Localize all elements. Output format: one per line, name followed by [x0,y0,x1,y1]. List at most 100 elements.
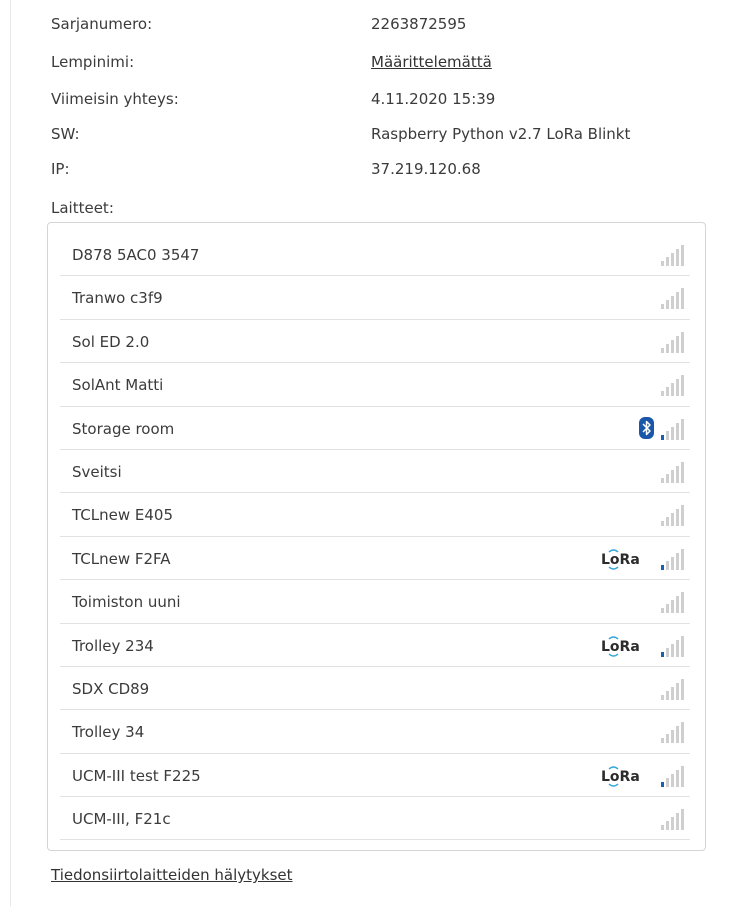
signal-bar [676,552,679,570]
signal-bar [681,592,684,614]
signal-bar [671,817,674,831]
device-name: Trolley 234 [72,636,154,655]
signal-bar [676,596,679,614]
signal-bar [666,560,669,570]
device-row[interactable]: SDX CD89 [60,667,690,711]
bluetooth-icon [639,416,654,439]
device-row[interactable]: Toimiston uuni [60,580,690,624]
signal-strength-icon [660,418,684,440]
signal-bar [666,430,669,440]
signal-bar [681,505,684,527]
info-value: 2263872595 [371,15,467,33]
info-label: IP: [51,160,70,178]
device-row[interactable]: SolAnt Matti [60,363,690,407]
info-value: 37.219.120.68 [371,160,481,178]
signal-bar [661,608,664,614]
alerts-link[interactable]: Tiedonsiirtolaitteiden hälytykset [51,865,293,885]
lora-icon: LoRa [600,635,650,657]
signal-bar [671,513,674,527]
device-details-panel: Sarjanumero: 2263872595 Lempinimi: Määritte… [10,0,733,906]
signal-bar [671,339,674,353]
device-name: UCM-III, F21c [72,810,171,829]
device-row[interactable]: Sveitsi [60,450,690,494]
signal-bar [676,379,679,397]
signal-strength-icon [660,808,684,831]
info-label: Sarjanumero: [51,15,153,33]
signal-bar [681,375,684,397]
signal-bar [671,730,674,744]
device-name: SDX CD89 [72,679,150,698]
signal-bar [671,556,674,570]
signal-bar [666,604,669,614]
signal-bar [661,261,664,266]
signal-strength-icon [660,331,684,353]
signal-bar [661,521,664,527]
device-row[interactable]: Sol ED 2.0 [60,320,690,364]
device-name: Sveitsi [72,462,122,481]
nickname-link[interactable]: Määrittelemättä [371,52,492,72]
device-name: TCLnew F2FA [72,549,171,568]
signal-bar [671,600,674,614]
signal-bar [681,809,684,831]
signal-strength-icon [660,504,684,527]
signal-bar [681,722,684,744]
signal-bar [671,643,674,657]
signal-strength-icon [660,765,684,787]
signal-bar [681,461,684,483]
signal-bar [681,331,684,353]
signal-bar [666,473,669,483]
device-name: Storage room [72,419,175,438]
signal-bar [676,639,679,657]
signal-bar [676,249,679,266]
lora-icon: LoRa [600,548,650,570]
device-list: D878 5AC0 3547 Tranwo c3f9 Sol ED 2.0 SolAn… [60,233,690,841]
signal-bar [671,773,674,787]
signal-bar [666,777,669,787]
svg-text:LoRa: LoRa [601,552,640,568]
info-label: Viimeisin yhteys: [51,90,179,108]
device-row[interactable]: Storage room [60,407,690,450]
device-name: UCM-III test F225 [72,766,201,785]
info-label: SW: [51,125,80,143]
signal-bar [666,300,669,310]
signal-bar [661,651,664,657]
device-name: SolAnt Matti [72,376,164,395]
signal-bar [681,678,684,700]
signal-bar [676,292,679,310]
device-row[interactable]: D878 5AC0 3547 [60,233,690,277]
device-list-box[interactable]: D878 5AC0 3547 Tranwo c3f9 Sol ED 2.0 SolAn… [47,222,706,851]
info-label: Lempinimi: [51,53,135,71]
signal-bar [666,647,669,657]
signal-bar [666,821,669,831]
device-name: Tranwo c3f9 [72,289,163,308]
signal-bar [681,548,684,570]
signal-bar [681,635,684,657]
devices-label: Laitteet: [51,199,114,217]
device-row[interactable]: UCM-III test F225 LoRa [60,754,690,798]
signal-strength-icon [660,721,684,744]
signal-strength-icon [660,244,684,266]
device-row[interactable]: Trolley 34 [60,710,690,754]
device-row[interactable]: UCM-III, F21c [60,797,690,841]
signal-bar [661,738,664,744]
device-name: TCLnew E405 [72,506,173,525]
signal-bar [676,335,679,353]
signal-bar [661,347,664,353]
device-row[interactable]: TCLnew E405 [60,493,690,537]
svg-text:LoRa: LoRa [601,769,640,785]
device-row[interactable]: Trolley 234 LoRa [60,624,690,667]
signal-bar [661,825,664,831]
signal-bar [676,509,679,527]
signal-bar [676,422,679,440]
signal-bar [661,694,664,700]
signal-strength-icon [660,287,684,310]
signal-bar [681,288,684,310]
signal-bar [661,781,664,787]
signal-bar [666,257,669,266]
signal-strength-icon [660,678,684,700]
signal-bar [666,343,669,353]
signal-bar [666,517,669,527]
device-row[interactable]: Tranwo c3f9 [60,276,690,320]
signal-bar [661,477,664,483]
device-row[interactable]: TCLnew F2FA LoRa [60,537,690,581]
